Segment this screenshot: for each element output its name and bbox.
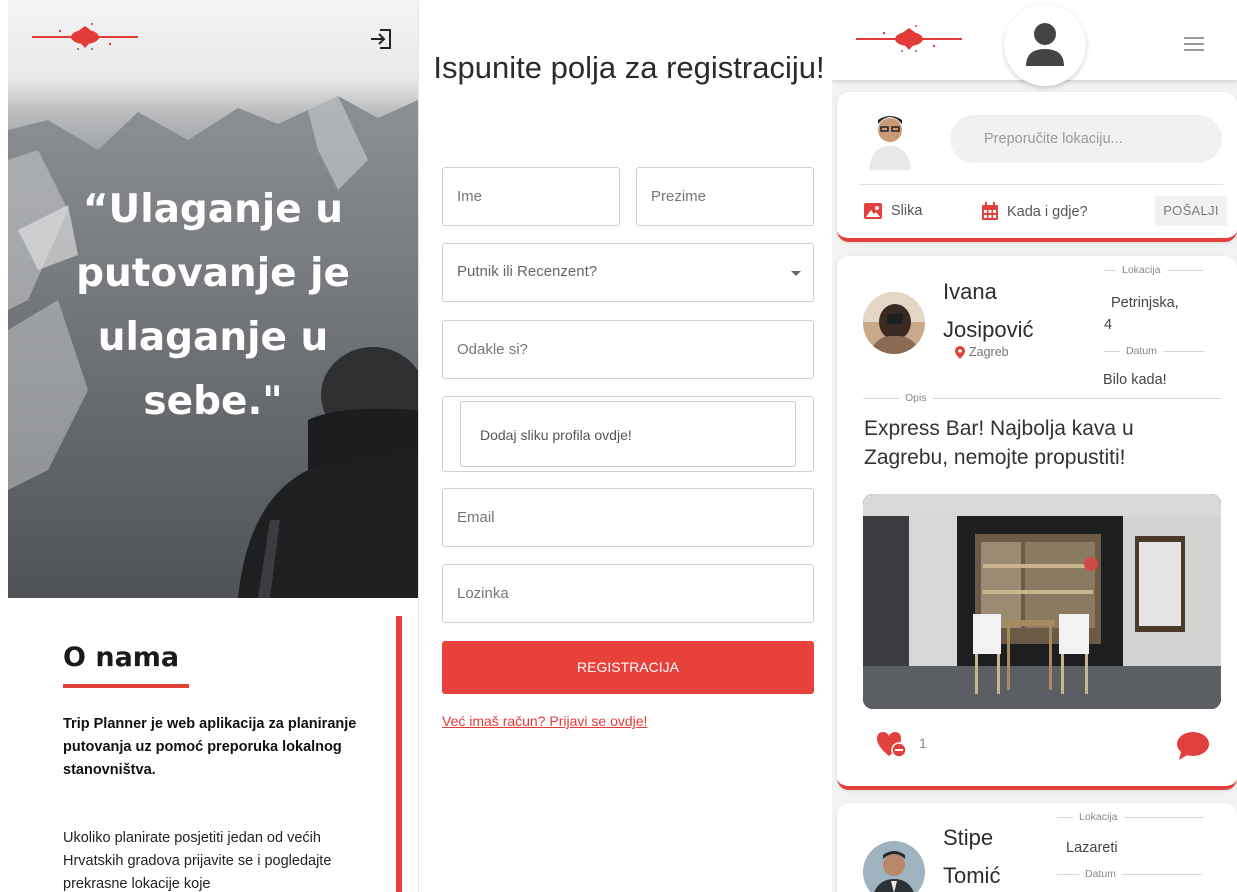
airplane-logo: [32, 23, 138, 50]
heart-remove-icon[interactable]: [877, 732, 907, 758]
first-name-field[interactable]: [442, 167, 620, 226]
author-first-name: Ivana: [943, 279, 997, 304]
composer-divider: [859, 184, 1223, 185]
location-value-line1: Petrinjska,: [1111, 295, 1179, 311]
when-where-label: Kada i gdje?: [1007, 203, 1088, 220]
login-icon[interactable]: [368, 26, 394, 52]
author-last-name: Tomić: [943, 863, 1001, 888]
location-value-line2: 4: [1104, 317, 1113, 333]
like-count: 1: [919, 735, 927, 751]
profile-upload-dropzone[interactable]: Dodaj sliku profila ovdje!: [460, 401, 796, 467]
post-card: Stipe Tomić Lokacija Lazareti Datum: [837, 803, 1237, 892]
password-input[interactable]: [443, 565, 813, 622]
origin-input[interactable]: [443, 321, 813, 378]
origin-field[interactable]: [442, 320, 814, 379]
registration-panel: Ispunite polja za registraciju! Putnik i…: [418, 0, 831, 892]
add-photo-label: Slika: [891, 203, 923, 219]
last-name-field[interactable]: [636, 167, 814, 226]
password-field[interactable]: [442, 564, 814, 623]
recommend-composer: Slika Kada i gdje? POŠALJI: [837, 92, 1237, 242]
hero-quote: “Ulaganje u putovanje je ulaganje u sebe…: [76, 187, 350, 424]
first-name-input[interactable]: [443, 168, 619, 225]
when-where-button[interactable]: Kada i gdje?: [981, 202, 1088, 221]
description-label: Opis: [863, 392, 1221, 404]
about-accent-bar: [396, 616, 402, 892]
location-label-text: Lokacija: [1122, 264, 1161, 276]
add-photo-button[interactable]: Slika: [863, 202, 922, 220]
location-value-line1: Lazareti: [1066, 840, 1118, 856]
date-value: Bilo kada!: [1103, 372, 1167, 388]
recommend-location-input[interactable]: [950, 115, 1222, 163]
role-select[interactable]: Putnik ili Recenzent?: [442, 243, 814, 302]
email-field[interactable]: [442, 488, 814, 547]
profile-upload-label: Dodaj sliku profila ovdje!: [480, 427, 632, 443]
author-city-label: Zagreb: [969, 345, 1009, 359]
post-image[interactable]: [863, 494, 1221, 709]
profile-upload-field: Dodaj sliku profila ovdje!: [442, 396, 814, 472]
about-title-underline: [63, 684, 189, 688]
author-last-name: Josipović: [943, 317, 1034, 342]
airplane-logo[interactable]: [854, 24, 964, 54]
post-card: Ivana Josipović Zagreb Lokacija Petrinjs…: [837, 256, 1237, 790]
user-icon: [1026, 23, 1064, 66]
hamburger-menu-icon[interactable]: [1184, 37, 1204, 55]
location-label: Lokacija: [1057, 811, 1204, 823]
landing-panel: “Ulaganje u putovanje je ulaganje u sebe…: [0, 0, 418, 892]
login-link[interactable]: Već imaš račun? Prijavi se ovdje!: [442, 713, 647, 729]
date-label-text: Datum: [1126, 345, 1157, 357]
location-label: Lokacija: [1104, 264, 1203, 276]
date-label: Datum: [1057, 868, 1202, 880]
register-button[interactable]: REGISTRACIJA: [442, 641, 814, 694]
comment-icon[interactable]: [1177, 732, 1209, 760]
feed-topbar: [832, 0, 1237, 86]
map-pin-icon: [955, 345, 965, 359]
hero-section: “Ulaganje u putovanje je ulaganje u sebe…: [8, 0, 418, 598]
composer-avatar: [863, 110, 917, 170]
profile-avatar-button[interactable]: [1004, 4, 1086, 86]
about-section: O nama Trip Planner je web aplikacija za…: [8, 598, 418, 892]
calendar-icon: [982, 202, 998, 220]
post-description: Express Bar! Najbolja kava u Zagrebu, ne…: [864, 417, 1134, 469]
chevron-down-icon: [791, 271, 801, 276]
image-icon: [864, 203, 882, 219]
location-label-text: Lokacija: [1079, 811, 1118, 823]
author-avatar[interactable]: [863, 841, 925, 892]
about-intro: Trip Planner je web aplikacija za planir…: [63, 716, 357, 778]
feed-panel: Slika Kada i gdje? POŠALJI Ivana: [832, 0, 1237, 892]
about-text: Ukoliko planirate posjetiti jedan od već…: [63, 830, 332, 892]
author-first-name: Stipe: [943, 825, 994, 850]
description-label-text: Opis: [905, 392, 927, 404]
email-input[interactable]: [443, 489, 813, 546]
date-label-text: Datum: [1085, 868, 1116, 880]
cafe-storefront-image: [863, 494, 1221, 709]
author-city: Zagreb: [955, 345, 1009, 359]
date-label: Datum: [1104, 345, 1205, 357]
send-button[interactable]: POŠALJI: [1155, 196, 1227, 226]
last-name-input[interactable]: [637, 168, 813, 225]
registration-title: Ispunite polja za registraciju!: [433, 50, 825, 85]
author-avatar[interactable]: [863, 292, 925, 354]
about-title: O nama: [63, 642, 180, 673]
role-select-value: Putnik ili Recenzent?: [457, 263, 598, 280]
